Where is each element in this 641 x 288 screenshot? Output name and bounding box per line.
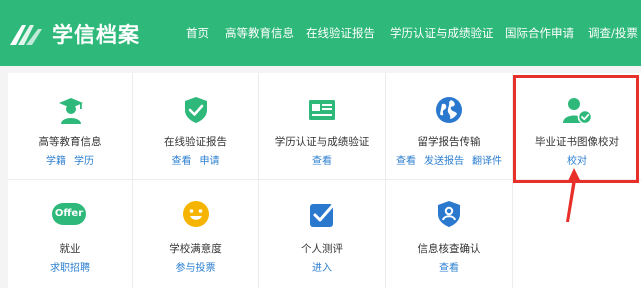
service-links: 查看 xyxy=(259,152,385,167)
service-card[interactable]: 留学报告传输 查看 发送报告 翻译件 xyxy=(386,73,513,180)
offer-badge-icon: Offer xyxy=(52,203,86,225)
nav-international[interactable]: 国际合作申请 xyxy=(505,25,574,41)
service-card[interactable]: Offer 就业 求职招聘 xyxy=(8,180,133,288)
service-link[interactable]: 学籍 xyxy=(46,156,66,167)
service-links: 查看 xyxy=(386,259,512,274)
service-links: 参与投票 xyxy=(133,259,258,274)
graduate-user-icon xyxy=(59,98,83,124)
shield-check-icon xyxy=(185,97,207,123)
nav-online-verification[interactable]: 在线验证报告 xyxy=(306,25,375,41)
service-title: 就业 xyxy=(59,243,81,255)
service-links: 学籍 学历 xyxy=(8,152,132,167)
service-card[interactable]: 个人测评 进入 xyxy=(259,180,386,288)
smiley-icon xyxy=(183,201,209,227)
nav-survey[interactable]: 调查/投票 xyxy=(588,25,638,41)
service-link[interactable]: 发送报告 xyxy=(424,156,464,167)
service-link[interactable]: 查看 xyxy=(172,156,192,167)
logo-mark-icon xyxy=(10,25,42,45)
service-link[interactable]: 学历 xyxy=(74,156,94,167)
service-link[interactable]: 进入 xyxy=(312,263,332,274)
offer-badge-label: Offer xyxy=(54,208,84,219)
shield-user-icon xyxy=(438,201,460,227)
nav-certification[interactable]: 学历认证与成绩验证 xyxy=(390,25,494,41)
service-link[interactable]: 查看 xyxy=(439,263,459,274)
service-title: 高等教育信息 xyxy=(38,136,102,148)
service-links: 进入 xyxy=(259,259,385,274)
brand-logo[interactable]: 学信档案 xyxy=(8,20,140,48)
service-link[interactable]: 翻译件 xyxy=(472,156,502,167)
service-card[interactable]: 信息核查确认 查看 xyxy=(386,180,513,288)
service-title: 信息核查确认 xyxy=(417,243,481,255)
pointer-arrow-icon xyxy=(566,168,581,222)
service-card[interactable]: 在线验证报告 查看 申请 xyxy=(133,73,259,180)
service-title: 学历认证与成绩验证 xyxy=(274,136,370,148)
service-card[interactable]: 高等教育信息 学籍 学历 xyxy=(8,73,133,180)
service-title: 学校满意度 xyxy=(169,243,222,255)
service-link[interactable]: 求职招聘 xyxy=(50,263,90,274)
service-link[interactable]: 查看 xyxy=(312,156,332,167)
nav-home[interactable]: 首页 xyxy=(186,25,209,41)
service-link[interactable]: 参与投票 xyxy=(176,263,216,274)
globe-icon xyxy=(436,97,462,123)
service-links: 查看 申请 xyxy=(133,152,258,167)
brand-name: 学信档案 xyxy=(52,23,140,47)
service-link[interactable]: 查看 xyxy=(396,156,416,167)
checkbox-icon xyxy=(310,202,336,227)
top-header: 学信档案 首页 高等教育信息 在线验证报告 学历认证与成绩验证 国际合作申请 调… xyxy=(0,0,641,66)
service-title: 个人测评 xyxy=(301,243,343,255)
service-title: 留学报告传输 xyxy=(417,136,481,148)
service-link[interactable]: 申请 xyxy=(200,156,220,167)
id-card-icon xyxy=(309,100,335,120)
service-title: 在线验证报告 xyxy=(164,136,227,148)
nav-higher-education[interactable]: 高等教育信息 xyxy=(225,25,294,41)
service-links: 查看 发送报告 翻译件 xyxy=(386,152,512,167)
service-links: 求职招聘 xyxy=(8,259,132,274)
service-card[interactable]: 学校满意度 参与投票 xyxy=(133,180,259,288)
service-card[interactable]: 学历认证与成绩验证 查看 xyxy=(259,73,386,180)
